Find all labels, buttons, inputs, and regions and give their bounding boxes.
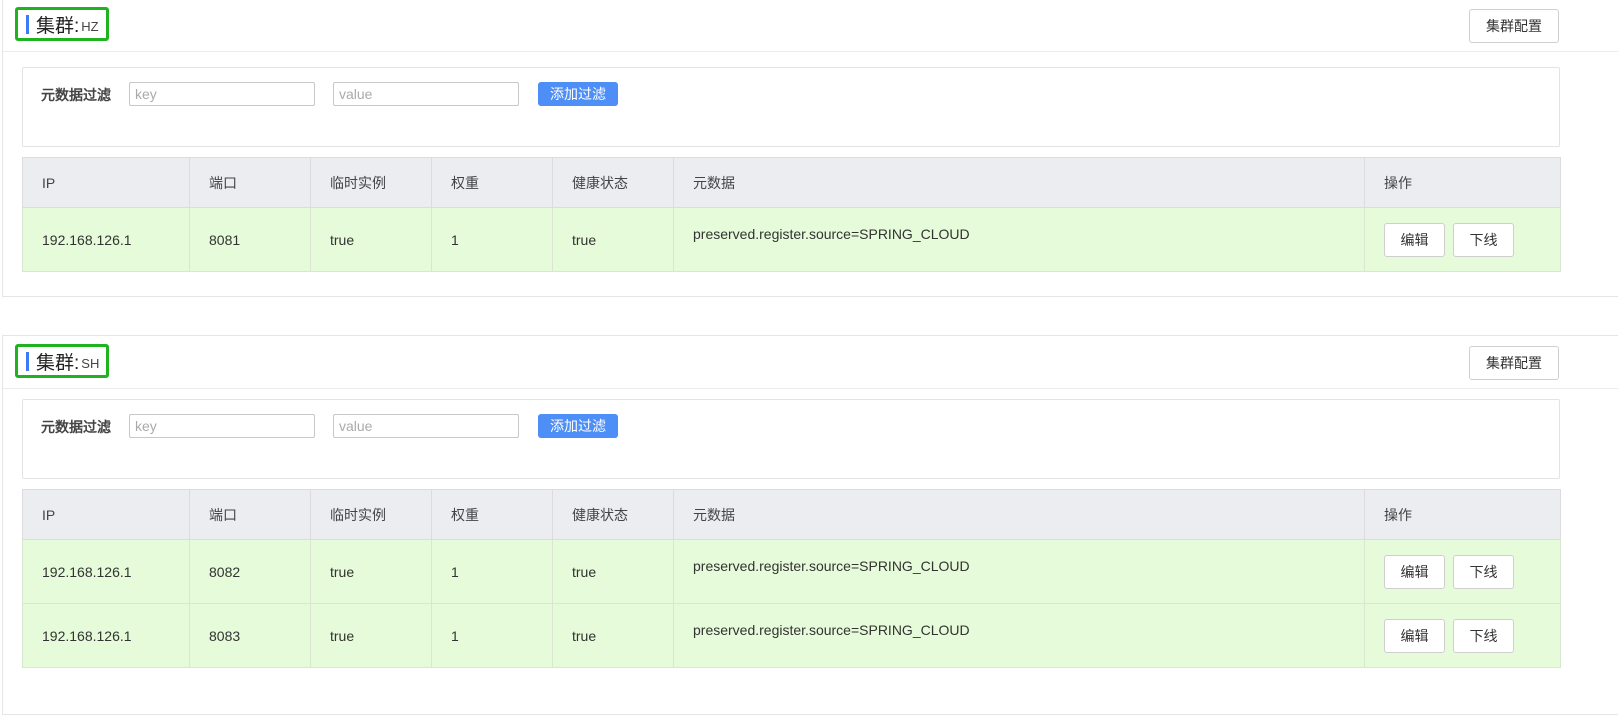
cluster-title: 集群: SH xyxy=(15,344,110,378)
cell-port: 8081 xyxy=(189,207,311,272)
metadata-filter-panel: 元数据过滤 添加过滤 xyxy=(22,67,1560,147)
column-header-metadata: 元数据 xyxy=(673,489,1365,540)
cluster-config-button[interactable]: 集群配置 xyxy=(1469,346,1559,380)
cell-weight: 1 xyxy=(431,603,553,668)
metadata-filter-panel: 元数据过滤 添加过滤 xyxy=(22,399,1560,479)
column-header-actions: 操作 xyxy=(1364,489,1561,540)
instance-table: IP 端口 临时实例 权重 健康状态 元数据 操作 192.168.126.1 … xyxy=(22,489,1561,668)
column-header-actions: 操作 xyxy=(1364,157,1561,208)
edit-button[interactable]: 编辑 xyxy=(1384,618,1445,653)
table-row: 192.168.126.1 8083 true 1 true preserved… xyxy=(22,603,1561,668)
cell-weight: 1 xyxy=(431,539,553,604)
cluster-name: SH xyxy=(81,355,100,371)
cell-ip: 192.168.126.1 xyxy=(22,539,190,604)
cell-metadata: preserved.register.source=SPRING_CLOUD xyxy=(673,539,1365,604)
column-header-health: 健康状态 xyxy=(552,157,674,208)
cluster-title: 集群: HZ xyxy=(15,7,109,41)
cell-port: 8083 xyxy=(189,603,311,668)
column-header-port: 端口 xyxy=(189,157,311,208)
instance-table: IP 端口 临时实例 权重 健康状态 元数据 操作 192.168.126.1 … xyxy=(22,157,1561,272)
column-header-port: 端口 xyxy=(189,489,311,540)
column-header-metadata: 元数据 xyxy=(673,157,1365,208)
offline-button[interactable]: 下线 xyxy=(1453,222,1514,257)
cluster-header: 集群: SH 集群配置 xyxy=(3,336,1618,389)
cell-port: 8082 xyxy=(189,539,311,604)
cell-metadata: preserved.register.source=SPRING_CLOUD xyxy=(673,603,1365,668)
cell-ephemeral: true xyxy=(310,207,432,272)
offline-button[interactable]: 下线 xyxy=(1453,618,1514,653)
column-header-ephemeral: 临时实例 xyxy=(310,489,432,540)
cluster-panel-sh: 集群: SH 集群配置 元数据过滤 添加过滤 IP 端口 临时实例 权重 健康状… xyxy=(2,335,1618,715)
cluster-name: HZ xyxy=(81,18,99,34)
add-filter-button[interactable]: 添加过滤 xyxy=(538,82,618,106)
filter-value-input[interactable] xyxy=(333,82,519,106)
filter-key-input[interactable] xyxy=(129,82,315,106)
column-header-weight: 权重 xyxy=(431,489,553,540)
cell-actions: 编辑 下线 xyxy=(1364,603,1561,668)
cell-weight: 1 xyxy=(431,207,553,272)
cell-metadata: preserved.register.source=SPRING_CLOUD xyxy=(673,207,1365,272)
column-header-weight: 权重 xyxy=(431,157,553,208)
edit-button[interactable]: 编辑 xyxy=(1384,222,1445,257)
cell-ephemeral: true xyxy=(310,603,432,668)
metadata-filter-label: 元数据过滤 xyxy=(41,419,111,435)
cell-actions: 编辑 下线 xyxy=(1364,207,1561,272)
cluster-title-label: 集群: xyxy=(36,15,80,37)
offline-button[interactable]: 下线 xyxy=(1453,554,1514,589)
edit-button[interactable]: 编辑 xyxy=(1384,554,1445,589)
filter-value-input[interactable] xyxy=(333,414,519,438)
title-accent-bar xyxy=(26,351,29,371)
cell-actions: 编辑 下线 xyxy=(1364,539,1561,604)
cluster-panel-hz: 集群: HZ 集群配置 元数据过滤 添加过滤 IP 端口 临时实例 权重 健康状… xyxy=(2,0,1618,297)
cluster-config-button[interactable]: 集群配置 xyxy=(1469,9,1559,43)
add-filter-button[interactable]: 添加过滤 xyxy=(538,414,618,438)
title-accent-bar xyxy=(26,14,29,34)
cell-ip: 192.168.126.1 xyxy=(22,603,190,668)
cell-health: true xyxy=(552,603,674,668)
table-header-row: IP 端口 临时实例 权重 健康状态 元数据 操作 xyxy=(22,489,1561,540)
column-header-ephemeral: 临时实例 xyxy=(310,157,432,208)
cell-health: true xyxy=(552,539,674,604)
table-row: 192.168.126.1 8082 true 1 true preserved… xyxy=(22,539,1561,604)
column-header-ip: IP xyxy=(22,157,190,208)
filter-key-input[interactable] xyxy=(129,414,315,438)
column-header-ip: IP xyxy=(22,489,190,540)
cell-health: true xyxy=(552,207,674,272)
column-header-health: 健康状态 xyxy=(552,489,674,540)
metadata-filter-label: 元数据过滤 xyxy=(41,87,111,103)
cluster-title-label: 集群: xyxy=(36,352,80,374)
cluster-header: 集群: HZ 集群配置 xyxy=(3,0,1618,52)
table-row: 192.168.126.1 8081 true 1 true preserved… xyxy=(22,207,1561,272)
cell-ip: 192.168.126.1 xyxy=(22,207,190,272)
cell-ephemeral: true xyxy=(310,539,432,604)
table-header-row: IP 端口 临时实例 权重 健康状态 元数据 操作 xyxy=(22,157,1561,208)
